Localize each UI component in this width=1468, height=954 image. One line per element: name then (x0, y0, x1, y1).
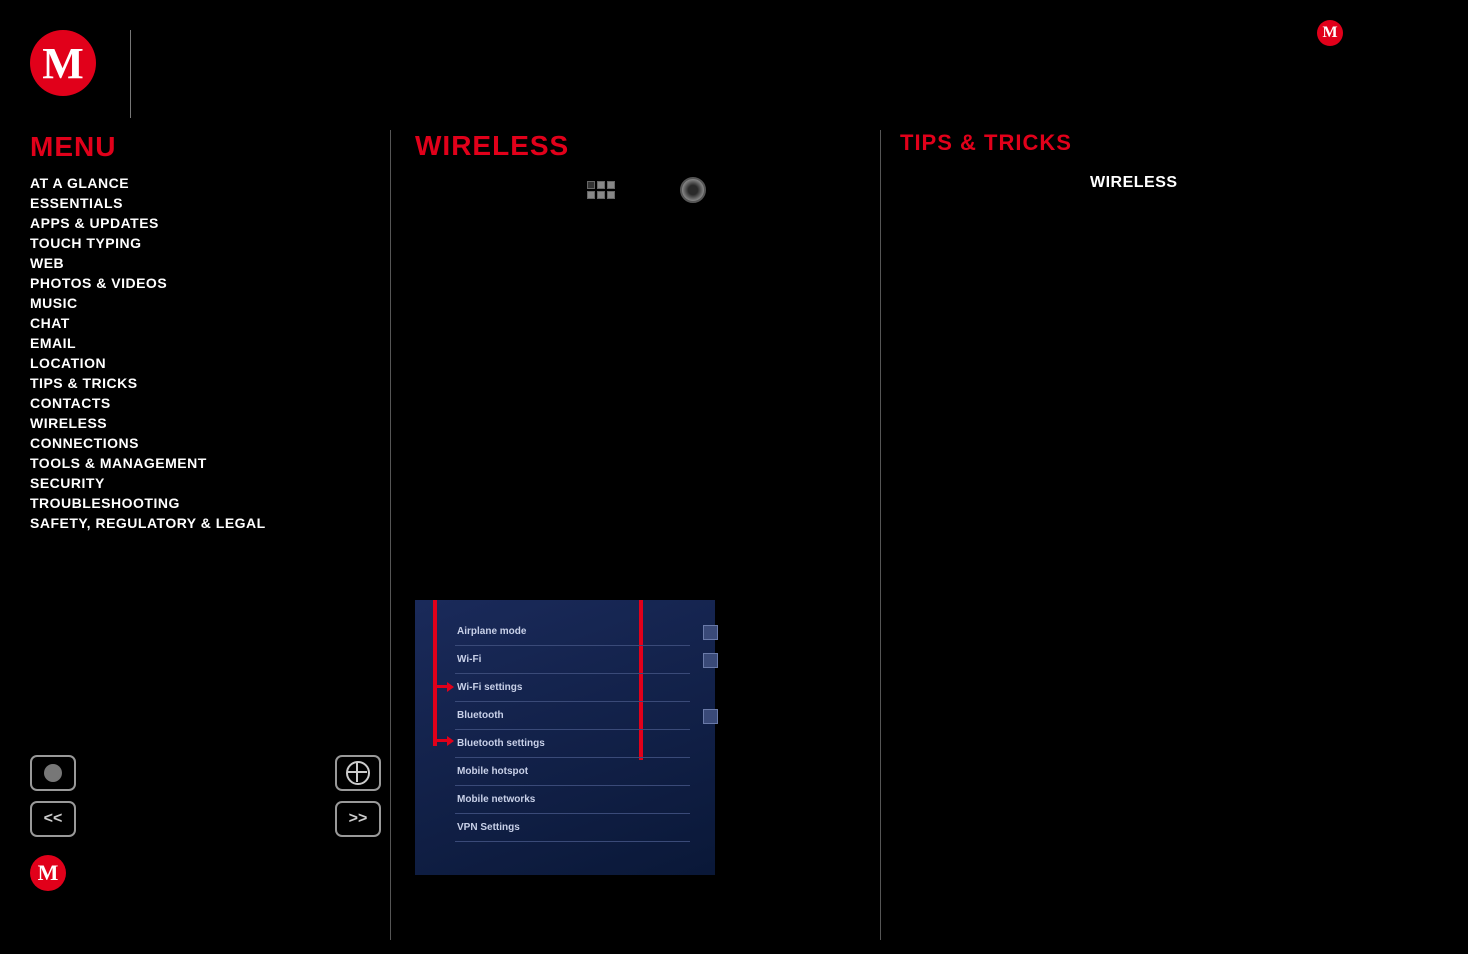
logo-letter: M (1322, 24, 1337, 42)
callout-line-left (433, 600, 437, 746)
setting-mobile-networks[interactable]: Mobile networks (455, 786, 690, 814)
menu-item-wireless[interactable]: WIRELESS (30, 413, 360, 433)
setting-label: Airplane mode (457, 626, 526, 637)
center-column: WIRELESS (415, 130, 875, 203)
forward-button[interactable]: >> (335, 801, 381, 837)
column-divider-1 (390, 130, 391, 940)
setting-airplane-mode[interactable]: Airplane mode (455, 618, 690, 646)
menu-item-music[interactable]: MUSIC (30, 293, 360, 313)
setting-wifi[interactable]: Wi-Fi (455, 646, 690, 674)
menu-item-apps-updates[interactable]: APPS & UPDATES (30, 213, 360, 233)
menu-item-chat[interactable]: CHAT (30, 313, 360, 333)
motorola-logo: M (30, 30, 96, 96)
setting-label: Wi-Fi settings (457, 682, 522, 693)
column-divider-2 (880, 130, 881, 940)
menu-item-security[interactable]: SECURITY (30, 473, 360, 493)
menu-item-touch-typing[interactable]: TOUCH TYPING (30, 233, 360, 253)
web-button[interactable] (335, 755, 381, 791)
device-top-illustration (587, 177, 875, 203)
setting-label: Mobile hotspot (457, 766, 528, 777)
checkbox-icon[interactable] (703, 709, 718, 724)
left-nav-buttons: << M (30, 755, 76, 891)
back-button[interactable]: << (30, 801, 76, 837)
menu-item-photos-videos[interactable]: PHOTOS & VIDEOS (30, 273, 360, 293)
settings-screen: Airplane mode Wi-Fi Wi-Fi settings Bluet… (415, 600, 715, 875)
menu-item-troubleshooting[interactable]: TROUBLESHOOTING (30, 493, 360, 513)
motorola-logo-small: M (1317, 20, 1343, 46)
setting-label: VPN Settings (457, 822, 520, 833)
logo-divider (130, 30, 131, 118)
setting-mobile-hotspot[interactable]: Mobile hotspot (455, 758, 690, 786)
menu-item-location[interactable]: LOCATION (30, 353, 360, 373)
right-nav-buttons: >> (335, 755, 381, 837)
menu-item-tips-tricks[interactable]: TIPS & TRICKS (30, 373, 360, 393)
callout-arrow-wifi (437, 682, 455, 692)
menu-item-safety-legal[interactable]: SAFETY, REGULATORY & LEGAL (30, 513, 360, 533)
camera-lens-icon (680, 177, 706, 203)
menu-item-connections[interactable]: CONNECTIONS (30, 433, 360, 453)
home-button[interactable] (30, 755, 76, 791)
settings-list: Airplane mode Wi-Fi Wi-Fi settings Bluet… (455, 618, 690, 842)
speaker-grille-icon (587, 181, 615, 199)
logo-letter: M (38, 860, 59, 886)
setting-wifi-settings[interactable]: Wi-Fi settings (455, 674, 690, 702)
checkbox-icon[interactable] (703, 625, 718, 640)
phone-settings-mock: Airplane mode Wi-Fi Wi-Fi settings Bluet… (415, 600, 715, 875)
tips-tricks-sub: WIRELESS (1090, 174, 1260, 192)
menu-item-web[interactable]: WEB (30, 253, 360, 273)
menu-item-email[interactable]: EMAIL (30, 333, 360, 353)
setting-label: Mobile networks (457, 794, 535, 805)
circle-icon (44, 764, 62, 782)
menu-item-tools-management[interactable]: TOOLS & MANAGEMENT (30, 453, 360, 473)
setting-label: Bluetooth (457, 710, 504, 721)
callout-arrow-bluetooth (437, 736, 455, 746)
setting-label: Wi-Fi (457, 654, 481, 665)
globe-icon (346, 761, 370, 785)
top-brand-bar: M (1138, 0, 1468, 66)
menu-item-at-a-glance[interactable]: AT A GLANCE (30, 173, 360, 193)
sidebar: M MENU AT A GLANCE ESSENTIALS APPS & UPD… (30, 30, 360, 533)
logo-letter: M (42, 38, 84, 89)
tips-tricks-heading: TIPS & TRICKS (900, 130, 1260, 156)
setting-bluetooth-settings[interactable]: Bluetooth settings (455, 730, 690, 758)
checkbox-icon[interactable] (703, 653, 718, 668)
right-column: TIPS & TRICKS WIRELESS (900, 130, 1260, 192)
menu-item-essentials[interactable]: ESSENTIALS (30, 193, 360, 213)
page-title: WIRELESS (415, 130, 875, 162)
setting-bluetooth[interactable]: Bluetooth (455, 702, 690, 730)
menu-item-contacts[interactable]: CONTACTS (30, 393, 360, 413)
menu-list: AT A GLANCE ESSENTIALS APPS & UPDATES TO… (30, 173, 360, 533)
setting-label: Bluetooth settings (457, 738, 545, 749)
menu-heading: MENU (30, 131, 360, 163)
setting-vpn-settings[interactable]: VPN Settings (455, 814, 690, 842)
motorola-home-button[interactable]: M (30, 855, 66, 891)
